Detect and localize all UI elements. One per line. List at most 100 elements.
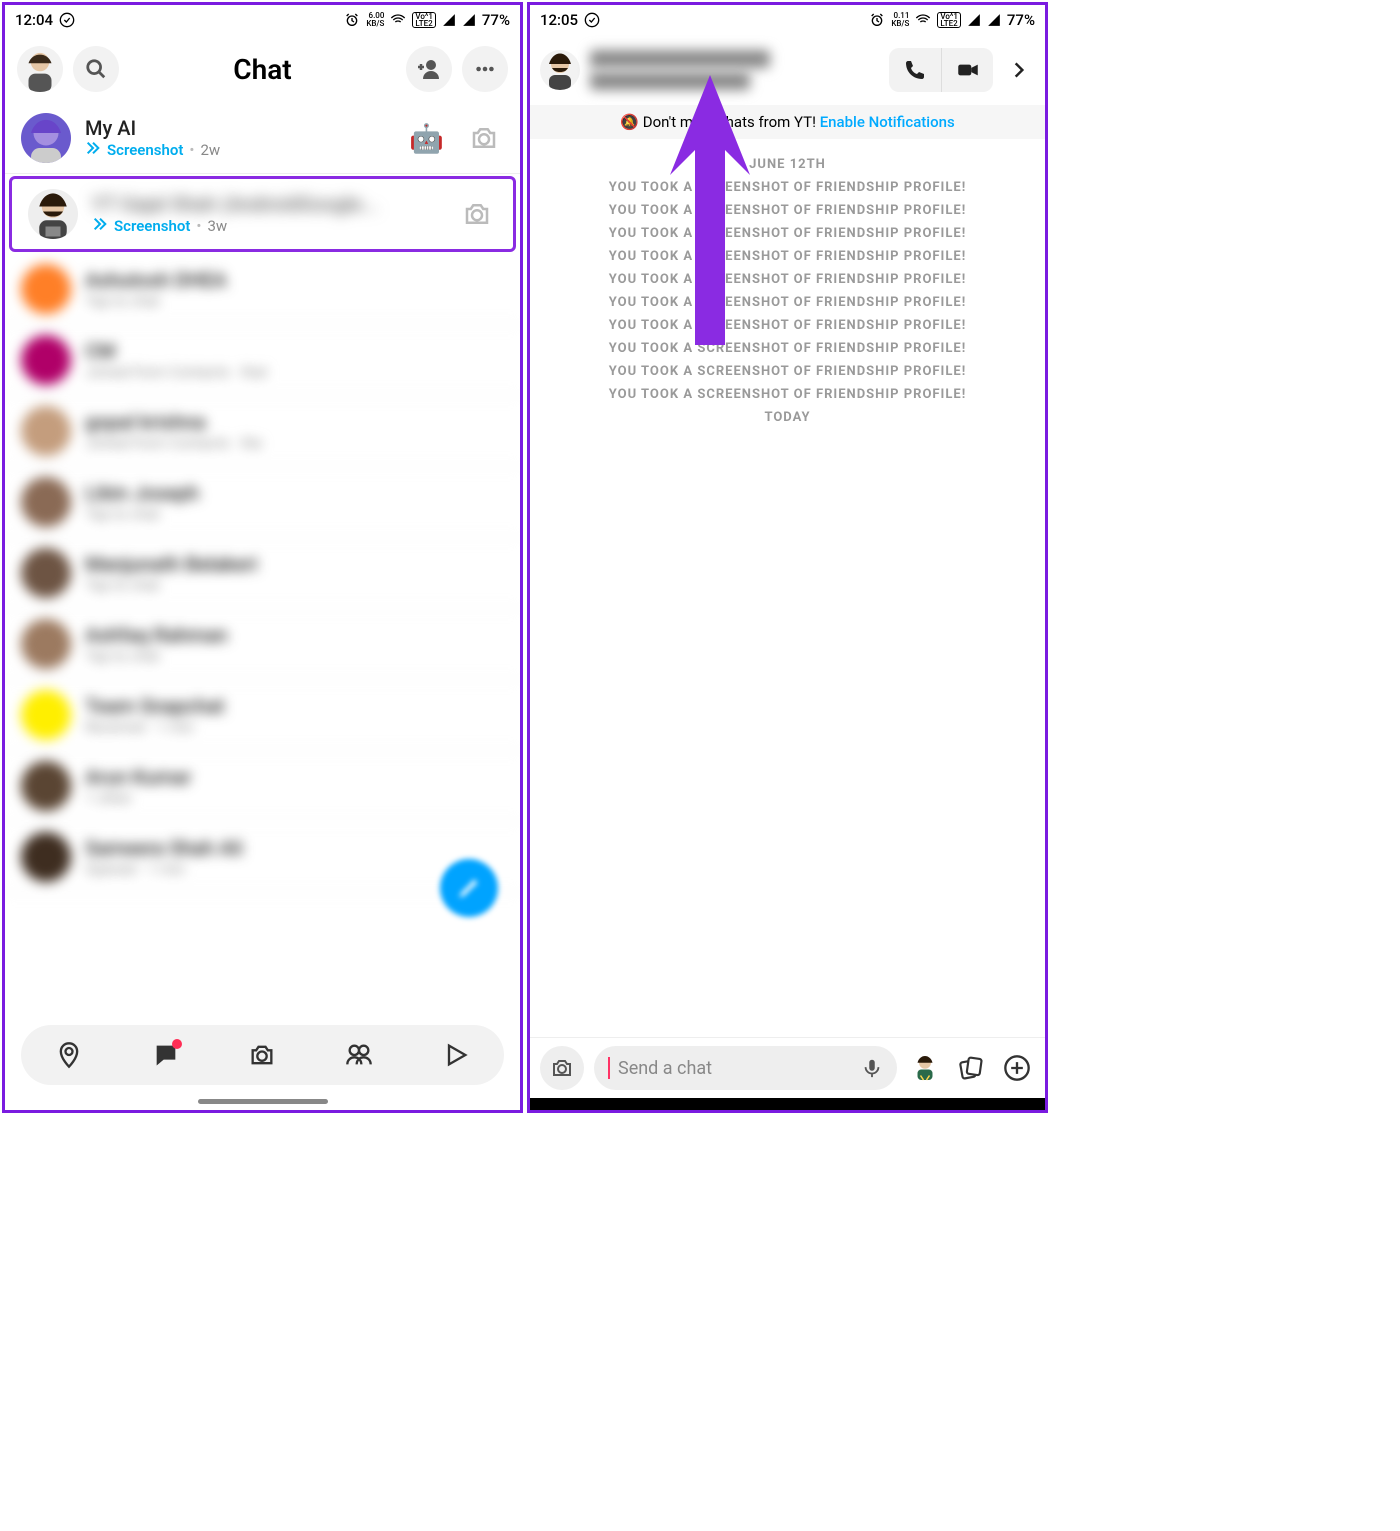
more-button[interactable]	[462, 46, 508, 92]
chat-row[interactable]: Libin JosephTap to chat	[5, 467, 520, 538]
nav-handle	[198, 1099, 328, 1104]
enable-notifications-banner[interactable]: 🔕 Don't miss Chats from YT! Enable Notif…	[530, 105, 1045, 139]
chat-status: Joined from Contacts · the	[85, 434, 450, 452]
volte-icon: Vo^1LTE2	[937, 12, 961, 28]
cards-icon	[958, 1055, 984, 1081]
camera-button[interactable]	[464, 624, 504, 664]
wifi-icon	[915, 12, 931, 28]
camera-button[interactable]	[464, 766, 504, 806]
audio-call-button[interactable]	[889, 48, 941, 92]
camera-button[interactable]	[464, 553, 504, 593]
chat-detail-header[interactable]	[530, 35, 1045, 105]
add-friend-button[interactable]	[406, 46, 452, 92]
chat-list[interactable]: My AI Screenshot • 2w 🤖 YT	[5, 103, 520, 1017]
chat-status: Joined from Contacts · that	[85, 363, 450, 381]
system-message: YOU TOOK A SCREENSHOT OF FRIENDSHIP PROF…	[546, 180, 1029, 195]
bottom-nav	[21, 1025, 504, 1085]
gallery-button[interactable]	[953, 1050, 989, 1086]
avatar	[21, 548, 71, 598]
avatar	[21, 832, 71, 882]
camera-button[interactable]	[457, 194, 497, 234]
system-message: YOU TOOK A SCREENSHOT OF FRIENDSHIP PROF…	[546, 364, 1029, 379]
bot-emoji: 🤖	[409, 122, 444, 155]
search-icon	[85, 58, 107, 80]
chat-name: YT Gajal Shah (AndroidGoogle...	[92, 192, 443, 216]
signal-icon	[967, 13, 981, 27]
add-friend-icon	[417, 57, 441, 81]
camera-button[interactable]	[464, 118, 504, 158]
check-icon	[59, 12, 75, 28]
chat-row-my-ai[interactable]: My AI Screenshot • 2w 🤖	[5, 103, 520, 174]
my-avatar[interactable]	[17, 46, 63, 92]
camera-button[interactable]	[464, 269, 504, 309]
chat-row[interactable]: CMJoined from Contacts · that	[5, 325, 520, 396]
search-button[interactable]	[73, 46, 119, 92]
chat-name: Libin Joseph	[85, 481, 450, 505]
nav-chat[interactable]	[146, 1035, 186, 1075]
chat-messages[interactable]: JUNE 12TH YOU TOOK A SCREENSHOT OF FRIEN…	[530, 139, 1045, 1037]
chat-row[interactable]: gopal krishnaJoined from Contacts · the	[5, 396, 520, 467]
avatar	[21, 477, 71, 527]
chat-row[interactable]: Ashfaq RahmanTap to chat	[5, 609, 520, 680]
bell-off-icon: 🔕	[620, 113, 639, 131]
video-icon	[955, 57, 981, 83]
avatar	[21, 406, 71, 456]
bitmoji-icon	[910, 1053, 940, 1083]
camera-icon	[469, 123, 499, 153]
chat-row[interactable]: Team SnapchatReceived · 1 min	[5, 680, 520, 751]
chat-row-highlighted[interactable]: YT Gajal Shah (AndroidGoogle... Screensh…	[9, 176, 516, 252]
avatar	[21, 264, 71, 314]
chat-row[interactable]: Ashutosh DHEATap to chat	[5, 254, 520, 325]
status-bar: 12:05 0.11KB/S Vo^1LTE2 77%	[530, 5, 1045, 35]
screen-chat-list: 12:04 6.00KB/S Vo^1LTE2 77% Chat	[2, 2, 523, 1113]
nav-stories[interactable]	[339, 1035, 379, 1075]
camera-icon	[248, 1041, 276, 1069]
nav-camera[interactable]	[242, 1035, 282, 1075]
avatar	[28, 189, 78, 239]
alarm-icon	[344, 12, 360, 28]
camera-button[interactable]	[464, 482, 504, 522]
camera-button[interactable]	[540, 1046, 584, 1090]
status-battery: 77%	[1007, 11, 1035, 29]
date-header: TODAY	[546, 410, 1029, 425]
enable-notifications-link[interactable]: Enable Notifications	[820, 113, 955, 131]
camera-button[interactable]	[464, 695, 504, 735]
avatar	[21, 113, 71, 163]
bitmoji-button[interactable]	[907, 1050, 943, 1086]
chat-row[interactable]: Arun Kumar1 other	[5, 751, 520, 822]
chat-status: Tap to chat	[85, 576, 450, 594]
people-icon	[345, 1041, 373, 1069]
nav-spotlight[interactable]	[436, 1035, 476, 1075]
camera-button[interactable]	[464, 411, 504, 451]
video-call-button[interactable]	[941, 48, 993, 92]
avatar	[21, 761, 71, 811]
mic-icon[interactable]	[861, 1057, 883, 1079]
status-battery: 77%	[482, 11, 510, 29]
chat-input-bar: Send a chat	[530, 1037, 1045, 1098]
system-message: YOU TOOK A SCREENSHOT OF FRIENDSHIP PROF…	[546, 203, 1029, 218]
friend-avatar[interactable]	[540, 50, 580, 90]
map-pin-icon	[55, 1041, 83, 1069]
play-icon	[442, 1041, 470, 1069]
chat-text-input[interactable]: Send a chat	[594, 1046, 897, 1090]
signal-icon-2	[987, 13, 1001, 27]
system-message: YOU TOOK A SCREENSHOT OF FRIENDSHIP PROF…	[546, 295, 1029, 310]
check-icon	[584, 12, 600, 28]
alarm-icon	[869, 12, 885, 28]
new-chat-fab[interactable]	[440, 859, 498, 917]
add-button[interactable]	[999, 1050, 1035, 1086]
nav-bar-black	[530, 1098, 1045, 1110]
camera-icon	[550, 1056, 574, 1080]
chat-name: Manjunath Belakeri	[85, 552, 450, 576]
chat-status: Opened · 1 min	[85, 860, 450, 878]
chat-name: Arun Kumar	[85, 765, 450, 789]
compose-icon	[456, 875, 482, 901]
wifi-icon	[390, 12, 406, 28]
status-bar: 12:04 6.00KB/S Vo^1LTE2 77%	[5, 5, 520, 35]
profile-chevron[interactable]	[1003, 60, 1035, 80]
avatar	[21, 619, 71, 669]
chat-row[interactable]: Manjunath BelakeriTap to chat	[5, 538, 520, 609]
camera-button[interactable]	[464, 340, 504, 380]
more-icon	[474, 58, 496, 80]
nav-map[interactable]	[49, 1035, 89, 1075]
